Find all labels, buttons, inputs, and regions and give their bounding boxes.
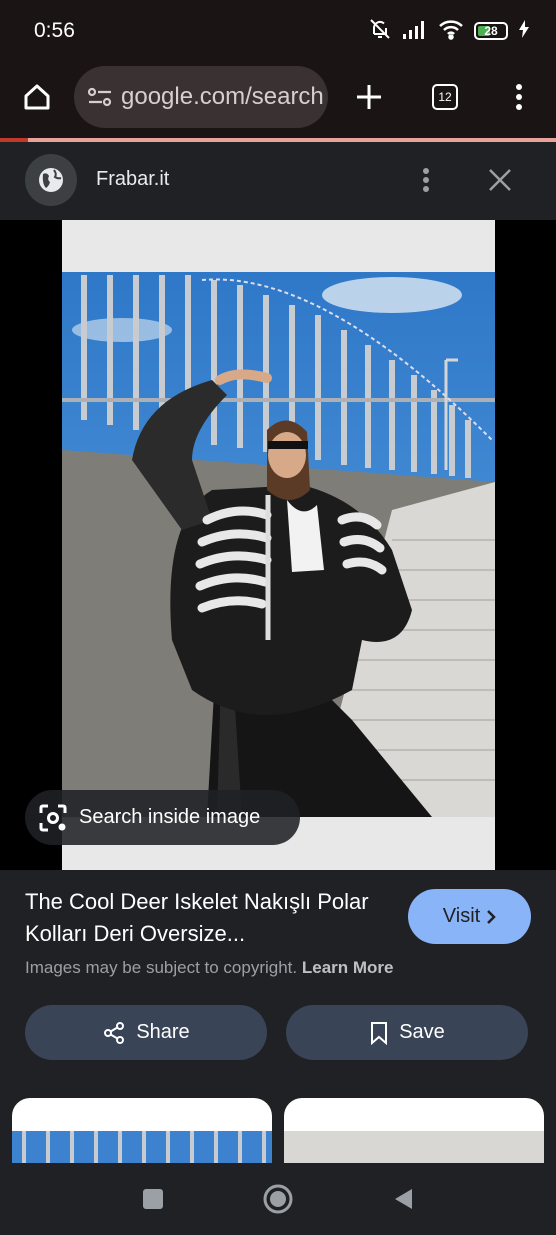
home-icon bbox=[24, 84, 50, 110]
learn-more-link[interactable]: Learn More bbox=[302, 958, 394, 977]
bell-off-icon bbox=[368, 17, 392, 46]
globe-icon bbox=[39, 168, 63, 192]
copyright-text: Images may be subject to copyright. bbox=[25, 958, 298, 977]
more-menu-icon bbox=[516, 84, 522, 110]
save-label: Save bbox=[399, 1021, 445, 1043]
browser-toolbar: google.com/search 12 bbox=[0, 62, 556, 138]
wifi-icon bbox=[438, 18, 464, 45]
battery-percent: 28 bbox=[484, 24, 498, 38]
copyright-notice: Images may be subject to copyright. Lear… bbox=[25, 958, 394, 978]
status-time: 0:56 bbox=[34, 19, 75, 42]
system-nav-bar bbox=[0, 1163, 556, 1235]
share-icon bbox=[104, 1021, 125, 1044]
chevron-right-icon bbox=[487, 909, 496, 924]
more-menu-button[interactable] bbox=[496, 74, 542, 120]
circle-icon bbox=[263, 1184, 293, 1214]
result-title[interactable]: The Cool Deer Iskelet Nakışlı Polar Koll… bbox=[25, 886, 385, 950]
result-image[interactable] bbox=[62, 220, 495, 870]
visit-label: Visit bbox=[442, 905, 481, 927]
more-vertical-icon bbox=[423, 168, 429, 192]
site-settings-icon[interactable] bbox=[87, 86, 113, 108]
source-more-button[interactable] bbox=[408, 162, 444, 198]
close-icon bbox=[489, 169, 511, 191]
source-bar: Frabar.it bbox=[0, 142, 556, 220]
share-button[interactable]: Share bbox=[25, 1005, 267, 1060]
home-button[interactable] bbox=[14, 74, 60, 120]
charging-icon bbox=[518, 19, 530, 44]
tab-switcher-button[interactable]: 12 bbox=[422, 74, 468, 120]
new-tab-button[interactable] bbox=[346, 74, 392, 120]
url-bar[interactable]: google.com/search bbox=[74, 66, 328, 128]
recents-button[interactable] bbox=[133, 1179, 173, 1219]
bookmark-icon bbox=[371, 1021, 388, 1045]
home-nav-button[interactable] bbox=[258, 1179, 298, 1219]
back-button[interactable] bbox=[383, 1179, 423, 1219]
status-bar: 0:56 28 bbox=[0, 0, 556, 62]
battery-icon: 28 bbox=[474, 22, 508, 40]
new-tab-icon bbox=[357, 85, 381, 109]
tab-count: 12 bbox=[438, 90, 452, 104]
signal-icon bbox=[402, 18, 428, 45]
status-icons: 28 bbox=[368, 18, 530, 44]
site-name[interactable]: Frabar.it bbox=[96, 168, 169, 191]
tab-switcher-icon: 12 bbox=[432, 84, 458, 110]
square-icon bbox=[143, 1189, 163, 1209]
share-label: Share bbox=[136, 1021, 190, 1043]
url-text: google.com/search bbox=[121, 83, 324, 110]
triangle-back-icon bbox=[395, 1189, 412, 1209]
save-button[interactable]: Save bbox=[286, 1005, 528, 1060]
visit-button[interactable]: Visit bbox=[408, 889, 531, 944]
search-inside-image-button[interactable]: Search inside image bbox=[25, 790, 300, 845]
close-button[interactable] bbox=[482, 162, 518, 198]
image-viewer: Search inside image bbox=[0, 220, 556, 870]
search-inside-image-label: Search inside image bbox=[79, 806, 261, 828]
lens-icon bbox=[39, 804, 67, 831]
site-favicon[interactable] bbox=[25, 154, 77, 206]
